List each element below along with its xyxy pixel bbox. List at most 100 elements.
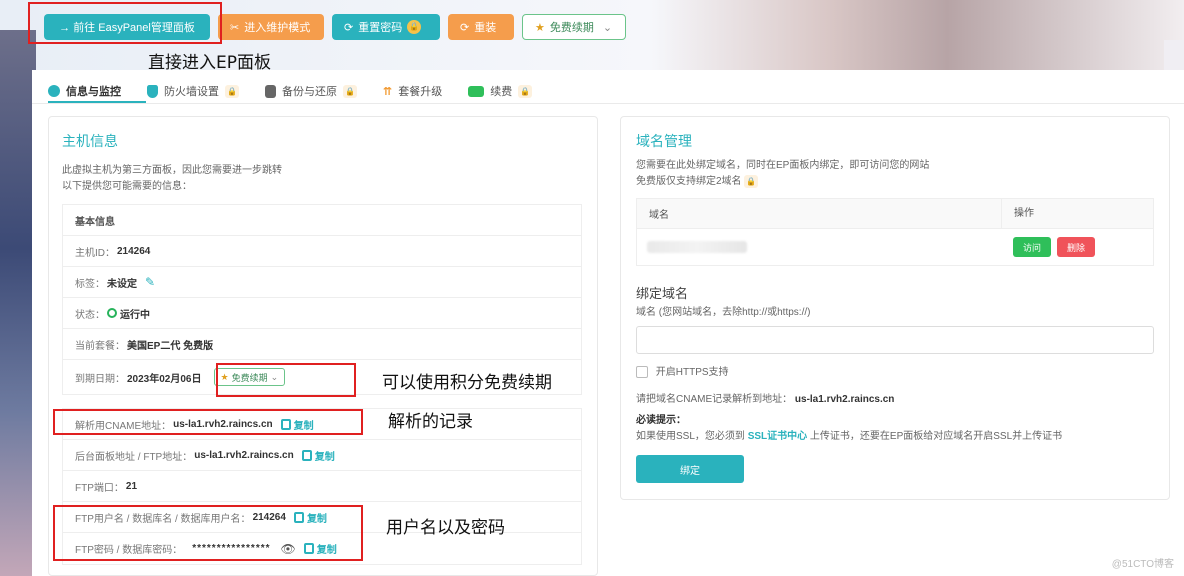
annotation-goto-ep: 直接进入EP面板 xyxy=(148,53,271,73)
status-text: 运行中 xyxy=(120,309,150,321)
panel-address-label: 后台面板地址 / FTP地址： xyxy=(75,451,193,463)
tab-bar: 信息与监控 防火墙设置 🔒 备份与还原 🔒 ⇈ 套餐升级 续费 🔒 xyxy=(48,80,533,102)
shield-icon xyxy=(147,84,158,98)
domain-table: 域名 操作 访问 删除 xyxy=(636,198,1154,266)
col-action: 操作 xyxy=(1001,198,1034,229)
tab-firewall[interactable]: 防火墙设置 🔒 xyxy=(147,83,239,99)
annotation-cname: 解析的记录 xyxy=(388,412,473,432)
basic-info-heading: 基本信息 xyxy=(75,216,115,228)
reinstall-button[interactable]: ⟳ 重装 xyxy=(448,14,514,40)
domain-description: 您需要在此处绑定域名，同时在EP面板内绑定，即可访问您的网站 免费版仅支持绑定2… xyxy=(636,158,929,190)
domain-desc-line-2: 免费版仅支持绑定2域名 🔒 xyxy=(636,174,929,190)
col-domain: 域名 xyxy=(649,210,669,221)
tag-label: 标签： xyxy=(75,278,105,290)
ftp-port-value: 21 xyxy=(125,480,138,492)
ssl-hint: 如果使用SSL，您必须到 SSL证书中心 上传证书，还要在EP面板给对应域名开启… xyxy=(636,429,1062,445)
host-id-label: 主机ID： xyxy=(75,247,115,259)
bind-domain-title: 绑定域名 xyxy=(636,286,689,301)
copy-label: 复制 xyxy=(314,451,335,463)
tab-label: 备份与还原 xyxy=(282,86,337,98)
maintenance-mode-button[interactable]: ✂ 进入维护模式 xyxy=(218,14,324,40)
star-icon: ★ xyxy=(535,21,545,34)
status-label: 状态： xyxy=(75,309,105,321)
status-value: 运行中 xyxy=(107,306,150,321)
cname-hint-value: us-la1.rvh2.raincs.cn xyxy=(794,394,895,405)
domain-row: 访问 删除 xyxy=(637,229,1153,265)
refresh-icon: ⟳ xyxy=(344,21,354,34)
bind-domain-field-label: 域名 (您网站域名，去除http://或https://) xyxy=(636,307,811,318)
annotation-box-cname xyxy=(53,409,363,435)
watermark: @51CTO博客 xyxy=(1111,559,1174,570)
lock-icon: 🔒 xyxy=(744,175,759,188)
action-cell: 访问 删除 xyxy=(1001,237,1096,257)
free-renew-label: 免费续期 xyxy=(549,22,594,34)
tools-icon: ✂ xyxy=(230,21,240,34)
desc-line-2: 以下提供您可能需要的信息： xyxy=(62,181,192,192)
tag-row: 标签： 未设定 ✎ xyxy=(63,267,581,298)
plan-row: 当前套餐： 美国EP二代 免费版 xyxy=(63,329,581,360)
annotation-credentials: 用户名以及密码 xyxy=(386,518,505,538)
must-read-title: 必读提示： xyxy=(636,415,686,426)
reinstall-label: 重装 xyxy=(474,22,497,34)
tab-backup-restore[interactable]: 备份与还原 🔒 xyxy=(265,83,357,99)
blurred-domain xyxy=(647,241,747,253)
lock-icon: 🔒 xyxy=(407,20,422,34)
ftp-port-label: FTP端口： xyxy=(75,482,124,494)
bind-button[interactable]: 绑定 xyxy=(636,455,744,483)
tab-label: 续费 xyxy=(490,86,513,98)
tab-label: 套餐升级 xyxy=(398,86,443,98)
desc-line-1: 此虚拟主机为第三方面板，因此您需要进一步跳转 xyxy=(62,165,282,176)
copy-panel-address-button[interactable]: 复制 xyxy=(301,448,335,463)
tab-info-monitor[interactable]: 信息与监控 xyxy=(48,83,121,99)
host-id-row: 主机ID： 214264 xyxy=(63,236,581,267)
tag-value: 未设定 xyxy=(107,278,137,290)
panel-address-row: 后台面板地址 / FTP地址： us-la1.rvh2.raincs.cn 复制 xyxy=(63,440,581,471)
host-id-value: 214264 xyxy=(117,245,151,257)
copy-icon xyxy=(265,84,276,98)
domain-table-header: 域名 操作 xyxy=(637,198,1153,229)
tab-plan-upgrade[interactable]: ⇈ 套餐升级 xyxy=(383,83,442,99)
domain-limit-text: 免费版仅支持绑定2域名 xyxy=(636,176,742,187)
host-info-description: 此虚拟主机为第三方面板，因此您需要进一步跳转 以下提供您可能需要的信息： xyxy=(62,163,282,195)
reset-password-button[interactable]: ⟳ 重置密码 🔒 xyxy=(332,14,440,40)
background-left xyxy=(0,30,36,576)
copy-icon xyxy=(301,449,312,461)
host-info-title: 主机信息 xyxy=(62,133,118,149)
maintenance-mode-label: 进入维护模式 xyxy=(244,22,311,34)
upgrade-icon: ⇈ xyxy=(383,85,393,98)
https-checkbox[interactable] xyxy=(636,366,648,379)
annotation-box-renew xyxy=(216,363,356,397)
domain-input[interactable] xyxy=(636,326,1154,354)
ftp-port-row: FTP端口： 21 xyxy=(63,471,581,502)
basic-info-header: 基本信息 xyxy=(63,205,581,236)
plan-value: 美国EP二代 免费版 xyxy=(127,340,214,352)
https-label: 开启HTTPS支持 xyxy=(655,367,729,378)
visit-button[interactable]: 访问 xyxy=(1013,237,1052,257)
delete-button[interactable]: 删除 xyxy=(1057,237,1096,257)
ssl-hint-pre: 如果使用SSL，您必须到 xyxy=(636,431,745,442)
lock-icon: 🔒 xyxy=(225,84,239,98)
domain-desc-line-1: 您需要在此处绑定域名，同时在EP面板内绑定，即可访问您的网站 xyxy=(636,160,930,171)
edit-icon[interactable]: ✎ xyxy=(145,275,155,289)
active-tab-indicator xyxy=(48,101,146,103)
cname-hint-prefix: 请把域名CNAME记录解析到地址： xyxy=(636,394,793,405)
lock-icon: 🔒 xyxy=(343,84,357,98)
https-option: 开启HTTPS支持 xyxy=(636,365,729,381)
annotation-box-credentials xyxy=(53,505,363,561)
domain-cell xyxy=(637,241,1001,253)
money-icon xyxy=(468,85,485,97)
tab-renewal[interactable]: 续费 🔒 xyxy=(468,83,533,99)
free-renew-dropdown[interactable]: ★ 免费续期 ⌄ xyxy=(522,14,626,40)
tab-divider xyxy=(32,103,1184,104)
info-icon xyxy=(48,85,60,97)
panel-address-value: us-la1.rvh2.raincs.cn xyxy=(194,449,294,461)
domain-title: 域名管理 xyxy=(636,133,692,149)
expire-value: 2023年02月06日 xyxy=(127,373,202,385)
reset-password-label: 重置密码 xyxy=(358,22,403,34)
refresh-icon: ⟳ xyxy=(460,21,470,34)
lock-icon: 🔒 xyxy=(518,84,533,98)
ssl-center-link[interactable]: SSL证书中心 xyxy=(748,431,807,442)
status-row: 状态： 运行中 xyxy=(63,298,581,329)
cname-hint: 请把域名CNAME记录解析到地址： us-la1.rvh2.raincs.cn xyxy=(636,392,894,408)
running-icon xyxy=(107,308,117,318)
